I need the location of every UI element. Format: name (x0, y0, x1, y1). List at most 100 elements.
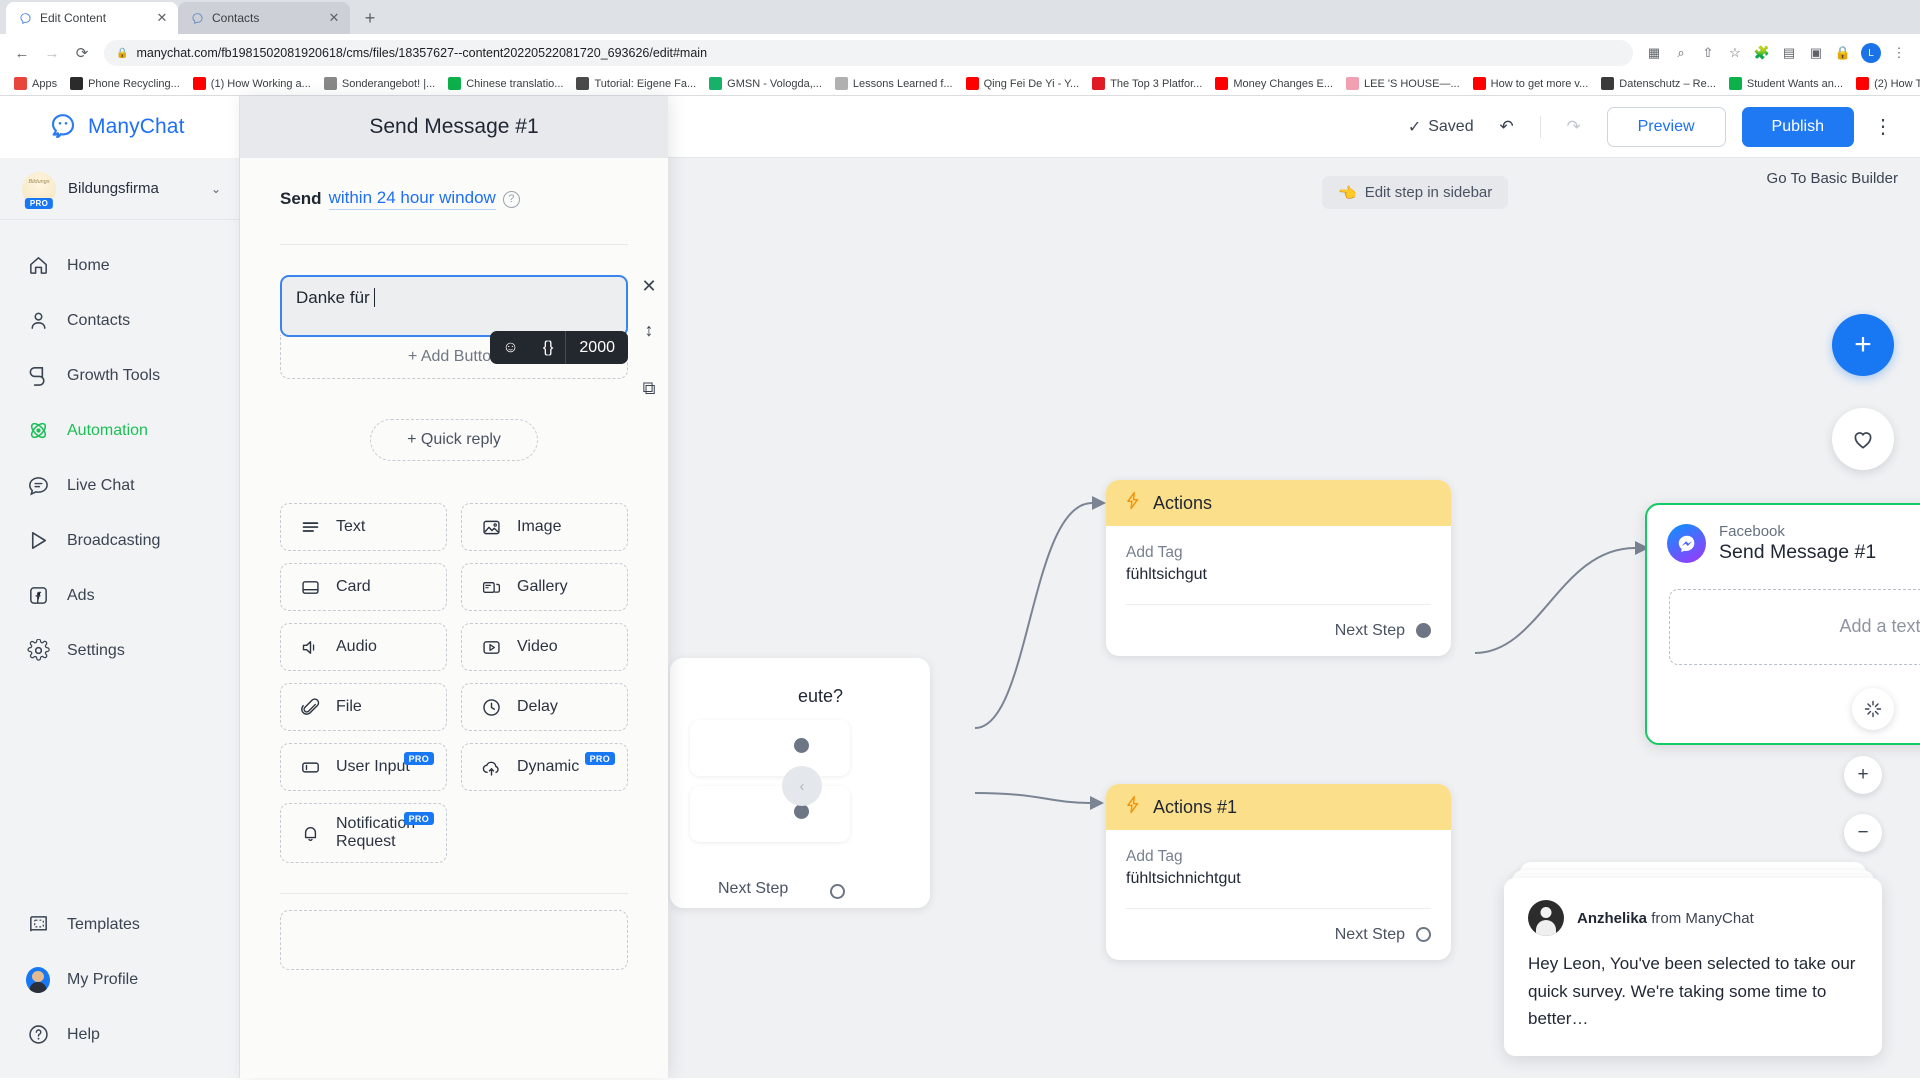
sidebar-item-templates[interactable]: Templates (0, 897, 239, 952)
sidebar-item-live-chat[interactable]: Live Chat (0, 458, 239, 513)
bookmark-item[interactable]: Chinese translatio... (442, 75, 569, 92)
message-toolbar[interactable]: ☺ {} 2000 (490, 331, 628, 364)
sidebar-item-broadcasting[interactable]: Broadcasting (0, 513, 239, 568)
sidebar-item-my-profile[interactable]: My Profile (0, 952, 239, 1007)
publish-button[interactable]: Publish (1741, 106, 1854, 147)
bookmark-item[interactable]: Money Changes E... (1209, 75, 1339, 92)
move-icon[interactable]: ↕ (638, 319, 660, 341)
duplicate-icon[interactable]: ⧉ (638, 377, 660, 399)
reload-icon[interactable]: ⟳ (68, 39, 96, 67)
bookmark-item[interactable]: Datenschutz – Re... (1595, 75, 1722, 92)
content-type-text[interactable]: Text (280, 503, 447, 551)
bookmark-item[interactable]: GMSN - Vologda,... (703, 75, 828, 92)
close-icon[interactable]: ✕ (154, 10, 170, 26)
flow-node-actions-1[interactable]: Actions #1 Add Tag fühltsichnichtgut Nex… (1106, 784, 1451, 960)
node-output-dot[interactable] (1416, 623, 1431, 638)
node-output-dot[interactable] (830, 884, 845, 899)
sidebar-item-ads[interactable]: Ads (0, 568, 239, 623)
file-icon (299, 696, 321, 718)
bookmark-item[interactable]: Phone Recycling... (64, 75, 186, 92)
char-limit: 2000 (565, 331, 628, 364)
bookmark-item[interactable]: (1) How Working a... (187, 75, 317, 92)
content-type-user-input[interactable]: User Input PRO (280, 743, 447, 791)
list-icon[interactable]: ▤ (1776, 40, 1802, 66)
bookmark-item[interactable]: The Top 3 Platfor... (1086, 75, 1208, 92)
sheets-icon[interactable]: ▣ (1803, 40, 1829, 66)
node-output-dot[interactable] (794, 738, 809, 753)
browser-tab-edit-content[interactable]: Edit Content ✕ (6, 2, 178, 34)
content-type-label: Audio (336, 637, 377, 655)
puzzle-extension-icon[interactable]: 🧩 (1749, 40, 1775, 66)
bookmark-item[interactable]: How to get more v... (1467, 75, 1595, 92)
favorites-fab[interactable] (1832, 408, 1894, 470)
preview-button[interactable]: Preview (1606, 106, 1726, 147)
add-step-fab[interactable]: + (1832, 314, 1894, 376)
sidebar-item-help[interactable]: Help (0, 1007, 239, 1062)
sidebar-item-home[interactable]: Home (0, 238, 239, 293)
panel-body: Send within 24 hour window ? Danke für +… (240, 158, 668, 1078)
content-type-label: Image (517, 517, 562, 535)
content-type-file[interactable]: File (280, 683, 447, 731)
chat-notification-card[interactable]: Anzhelika from ManyChat Hey Leon, You've… (1504, 878, 1882, 1056)
bookmark-item[interactable]: (2) How To Add A... (1850, 75, 1920, 92)
zoom-icon[interactable]: ⌕ (1668, 40, 1694, 66)
magic-wand-button[interactable] (1852, 688, 1894, 730)
zoom-out-button[interactable]: − (1844, 814, 1882, 852)
add-a-text-placeholder[interactable]: Add a text (1669, 588, 1920, 665)
bookmark-item[interactable]: Student Wants an... (1723, 75, 1849, 92)
flow-node-partial[interactable]: eute? ‹ Next Step (670, 658, 930, 908)
close-icon[interactable]: ✕ (326, 10, 342, 26)
collapse-handle[interactable]: ‹ (782, 766, 822, 806)
help-icon[interactable]: ? (502, 190, 520, 208)
close-icon[interactable]: ✕ (638, 275, 660, 297)
more-options-icon[interactable]: ⋮ (1870, 114, 1896, 139)
bookmark-favicon (965, 77, 979, 90)
profile-avatar[interactable]: L (1861, 43, 1881, 63)
content-type-card[interactable]: Card (280, 563, 447, 611)
lock-extension-icon[interactable]: 🔒 (1830, 40, 1856, 66)
bookmark-star-icon[interactable]: ☆ (1722, 40, 1748, 66)
content-type-notification-request[interactable]: Notification Request PRO (280, 803, 447, 863)
sidebar-item-growth-tools[interactable]: Growth Tools (0, 348, 239, 403)
chevron-down-icon[interactable]: ⌄ (211, 182, 221, 196)
undo-button[interactable]: ↶ (1490, 110, 1524, 144)
address-bar[interactable]: 🔒 manychat.com/fb1981502081920618/cms/fi… (104, 40, 1633, 66)
sidebar-item-automation[interactable]: Automation (0, 403, 239, 458)
browser-tab-contacts[interactable]: Contacts ✕ (178, 2, 350, 34)
message-input[interactable]: Danke für (280, 275, 628, 337)
sidebar-item-settings[interactable]: Settings (0, 623, 239, 678)
bookmark-item[interactable]: Apps (8, 75, 63, 92)
new-tab-button[interactable]: + (356, 4, 384, 32)
bookmark-item[interactable]: Qing Fei De Yi - Y... (960, 75, 1086, 92)
browser-menu-icon[interactable]: ⋮ (1886, 40, 1912, 66)
account-switcher[interactable]: Bildungs PRO Bildungsfirma ⌄ (0, 158, 239, 220)
variable-icon[interactable]: {} (531, 331, 566, 364)
go-to-basic-builder-link[interactable]: Go To Basic Builder (1767, 170, 1898, 187)
bookmark-item[interactable]: Tutorial: Eigene Fa... (570, 75, 702, 92)
grid-icon[interactable]: ▦ (1641, 40, 1667, 66)
content-type-video[interactable]: Video (461, 623, 628, 671)
send-window-select[interactable]: within 24 hour window (328, 188, 496, 210)
content-type-audio[interactable]: Audio (280, 623, 447, 671)
content-type-dynamic[interactable]: Dynamic PRO (461, 743, 628, 791)
sidebar-item-contacts[interactable]: Contacts (0, 293, 239, 348)
back-icon[interactable]: ← (8, 39, 36, 67)
chat-notification-stack[interactable]: Anzhelika from ManyChat Hey Leon, You've… (1504, 862, 1882, 1056)
add-quick-reply-button[interactable]: + Quick reply (370, 419, 538, 461)
bookmark-item[interactable]: Lessons Learned f... (829, 75, 959, 92)
bookmark-item[interactable]: LEE 'S HOUSE—... (1340, 75, 1466, 92)
node-output-dot[interactable] (1416, 927, 1431, 942)
share-icon[interactable]: ⇧ (1695, 40, 1721, 66)
zoom-in-button[interactable]: + (1844, 756, 1882, 794)
brand-logo[interactable]: ManyChat (0, 96, 239, 158)
bookmark-item[interactable]: Sonderangebot! |... (318, 75, 441, 92)
next-step-label: Next Step (1334, 621, 1405, 639)
emoji-icon[interactable]: ☺ (490, 331, 530, 364)
node-output-dot[interactable] (794, 804, 809, 819)
content-type-gallery[interactable]: Gallery (461, 563, 628, 611)
content-type-image[interactable]: Image (461, 503, 628, 551)
panel-bottom-dropzone[interactable] (280, 910, 628, 970)
flow-node-actions[interactable]: Actions Add Tag fühltsichgut Next Step (1106, 480, 1451, 656)
content-type-delay[interactable]: Delay (461, 683, 628, 731)
help-icon (26, 1023, 50, 1047)
